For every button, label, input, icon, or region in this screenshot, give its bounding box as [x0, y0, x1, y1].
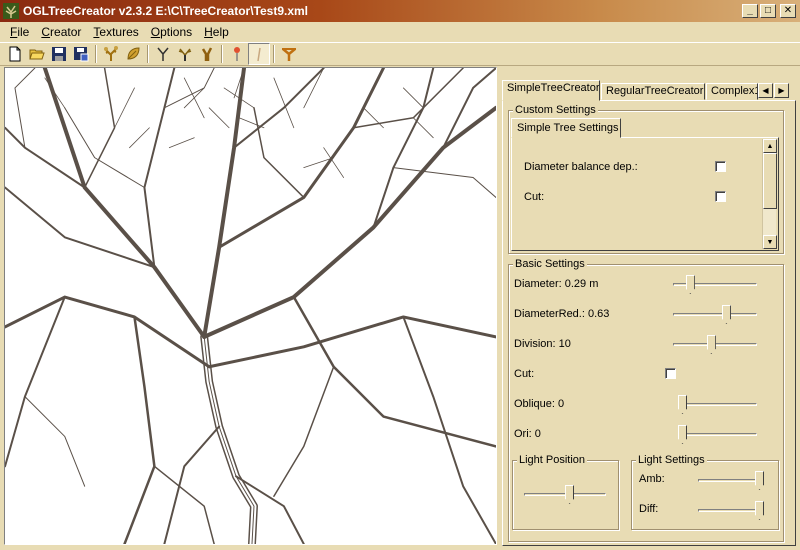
custom-settings-legend: Custom Settings [513, 103, 598, 117]
light-position-legend: Light Position [517, 453, 588, 467]
menu-options[interactable]: Options [145, 25, 198, 39]
toolbar-separator [273, 45, 275, 63]
save-as-icon[interactable] [70, 43, 92, 65]
title-bar[interactable]: OGLTreeCreator v2.3.2 E:\C\TreeCreator\T… [0, 0, 800, 22]
menu-creator[interactable]: Creator [35, 25, 87, 39]
tab-simple-tree-settings[interactable]: Simple Tree Settings [511, 118, 621, 138]
close-button[interactable]: ✕ [780, 4, 796, 18]
diameter-red-slider[interactable] [673, 304, 757, 326]
custom-cut-checkbox[interactable] [715, 191, 726, 202]
tab-scroll-left-button[interactable]: ◀ [758, 83, 773, 98]
division-slider[interactable] [673, 334, 757, 356]
minimize-button[interactable]: _ [742, 4, 758, 18]
tab-scroll-right-button[interactable]: ▶ [774, 83, 789, 98]
tree-icon[interactable] [100, 43, 122, 65]
menu-bar: File Creator Textures Options Help [0, 22, 800, 42]
diff-slider[interactable] [698, 500, 764, 522]
scroll-down-button[interactable]: ▼ [763, 235, 777, 249]
division-label: Division: 10 [514, 338, 571, 350]
custom-settings-scrollbar[interactable]: ▲ ▼ [762, 139, 777, 249]
diameter-balance-label: Diameter balance dep.: [524, 161, 638, 173]
toolbar [0, 42, 800, 66]
render-tree-icon[interactable] [278, 43, 300, 65]
open-folder-icon[interactable] [26, 43, 48, 65]
diameter-label: Diameter: 0.29 m [514, 278, 599, 290]
toolbar-separator [221, 45, 223, 63]
division-slider-thumb[interactable] [706, 335, 716, 354]
branch-split-icon[interactable] [174, 43, 196, 65]
amb-slider-thumb[interactable] [755, 471, 764, 490]
light-position-slider-thumb[interactable] [565, 485, 575, 504]
basic-cut-label: Cut: [514, 368, 535, 380]
toolbar-separator [95, 45, 97, 63]
new-file-icon[interactable] [4, 43, 26, 65]
diff-slider-thumb[interactable] [755, 501, 764, 520]
menu-file[interactable]: File [4, 25, 35, 39]
trunk-icon[interactable] [196, 43, 218, 65]
amb-slider[interactable] [698, 470, 764, 492]
pin-icon[interactable] [226, 43, 248, 65]
basic-cut-checkbox[interactable] [665, 368, 676, 379]
ori-slider[interactable] [678, 424, 757, 446]
oblique-slider[interactable] [678, 394, 757, 416]
scroll-thumb[interactable] [763, 153, 777, 209]
light-position-slider[interactable] [524, 484, 606, 506]
tree-app-icon [3, 3, 19, 19]
creator-tabs: SimpleTreeCreator RegularTreeCreator Com… [500, 80, 796, 101]
diameter-slider-thumb[interactable] [685, 275, 695, 294]
menu-textures[interactable]: Textures [87, 25, 144, 39]
window-title: OGLTreeCreator v2.3.2 E:\C\TreeCreator\T… [23, 4, 309, 18]
custom-cut-label: Cut: [524, 191, 545, 203]
maximize-button[interactable]: □ [760, 4, 776, 18]
toolbar-separator [147, 45, 149, 63]
tab-regular-tree-creator[interactable]: RegularTreeCreator [601, 83, 705, 100]
menu-help[interactable]: Help [198, 25, 235, 39]
amb-label: Amb: [639, 473, 665, 485]
ori-slider-thumb[interactable] [678, 425, 687, 444]
leaf-icon[interactable] [122, 43, 144, 65]
scroll-up-button[interactable]: ▲ [763, 139, 777, 153]
light-settings-legend: Light Settings [636, 453, 707, 467]
stick-icon[interactable] [248, 43, 270, 65]
save-icon[interactable] [48, 43, 70, 65]
oblique-label: Oblique: 0 [514, 398, 565, 410]
tree-viewport[interactable] [4, 67, 497, 545]
diameter-red-label: DiameterRed.: 0.63 [514, 308, 610, 320]
tree-rendering [5, 68, 496, 544]
diameter-balance-checkbox[interactable] [715, 161, 726, 172]
diameter-red-slider-thumb[interactable] [721, 305, 731, 324]
oblique-slider-thumb[interactable] [678, 395, 687, 414]
tab-complex1[interactable]: Complex1 [706, 83, 758, 100]
tab-simple-tree-creator[interactable]: SimpleTreeCreator [502, 80, 600, 101]
simple-tree-settings-panel [511, 137, 779, 251]
ori-label: Ori: 0 [514, 428, 541, 440]
diameter-slider[interactable] [673, 274, 757, 296]
basic-settings-legend: Basic Settings [513, 257, 587, 271]
diff-label: Diff: [639, 503, 659, 515]
branch-y-icon[interactable] [152, 43, 174, 65]
